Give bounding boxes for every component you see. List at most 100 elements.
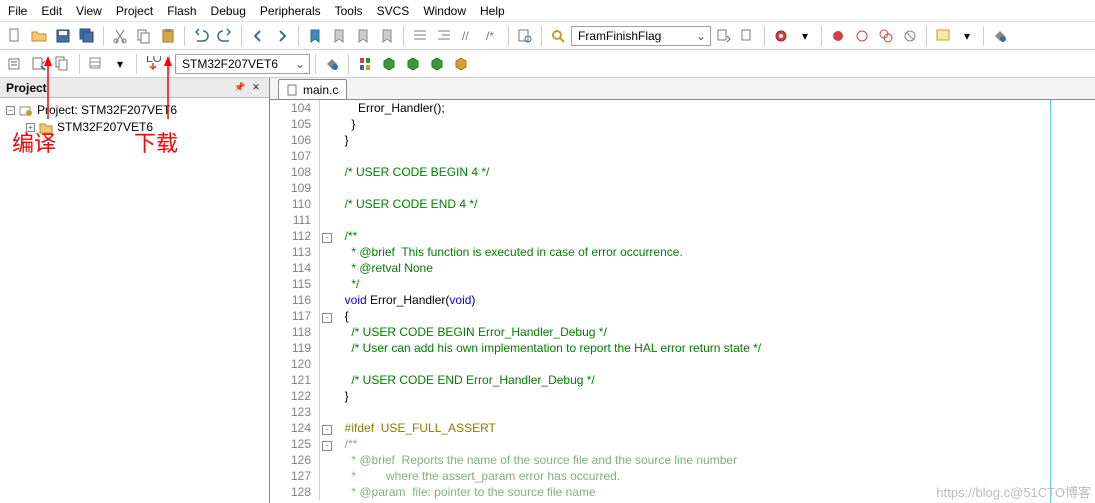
code-editor[interactable]: 104 Error_Handler();105 }106 }107108 /* … — [270, 100, 1095, 503]
code-line[interactable]: 104 Error_Handler(); — [270, 100, 1095, 116]
comment-icon[interactable]: // — [457, 25, 479, 47]
bp-disable-icon[interactable] — [851, 25, 873, 47]
code-line[interactable]: 114 * @retval None — [270, 260, 1095, 276]
uncomment-icon[interactable]: /* — [481, 25, 503, 47]
fold-gutter[interactable] — [320, 244, 334, 260]
menu-peripherals[interactable]: Peripherals — [260, 4, 321, 18]
copy-icon[interactable] — [133, 25, 155, 47]
stop-build-icon[interactable]: ▾ — [109, 53, 131, 75]
fold-gutter[interactable] — [320, 420, 334, 436]
fold-gutter[interactable] — [320, 148, 334, 164]
pack-green-icon[interactable] — [378, 53, 400, 75]
menu-view[interactable]: View — [76, 4, 102, 18]
code-line[interactable]: 116 void Error_Handler(void) — [270, 292, 1095, 308]
code-line[interactable]: 121 /* USER CODE END Error_Handler_Debug… — [270, 372, 1095, 388]
save-all-icon[interactable] — [76, 25, 98, 47]
code-line[interactable]: 113 * @brief This function is executed i… — [270, 244, 1095, 260]
code-line[interactable]: 118 /* USER CODE BEGIN Error_Handler_Deb… — [270, 324, 1095, 340]
bookmark-prev-icon[interactable] — [328, 25, 350, 47]
fold-gutter[interactable] — [320, 308, 334, 324]
fold-gutter[interactable] — [320, 340, 334, 356]
code-line[interactable]: 110 /* USER CODE END 4 */ — [270, 196, 1095, 212]
fold-gutter[interactable] — [320, 452, 334, 468]
code-line[interactable]: 108 /* USER CODE BEGIN 4 */ — [270, 164, 1095, 180]
pack-yellow-icon[interactable] — [450, 53, 472, 75]
fold-gutter[interactable] — [320, 260, 334, 276]
fold-gutter[interactable] — [320, 468, 334, 484]
tree-root[interactable]: − Project: STM32F207VET6 — [6, 102, 263, 119]
rebuild-icon[interactable] — [52, 53, 74, 75]
pack-green2-icon[interactable] — [402, 53, 424, 75]
fold-gutter[interactable] — [320, 356, 334, 372]
fold-gutter[interactable] — [320, 228, 334, 244]
fold-gutter[interactable] — [320, 132, 334, 148]
indent-icon[interactable] — [409, 25, 431, 47]
fold-gutter[interactable] — [320, 212, 334, 228]
save-icon[interactable] — [52, 25, 74, 47]
nav-fwd-icon[interactable] — [271, 25, 293, 47]
bp-kill-all-icon[interactable] — [899, 25, 921, 47]
open-icon[interactable] — [28, 25, 50, 47]
build-icon[interactable] — [28, 53, 50, 75]
project-tree[interactable]: − Project: STM32F207VET6 + STM32F207VET6 — [0, 98, 269, 140]
menu-project[interactable]: Project — [116, 4, 153, 18]
nav-back-icon[interactable] — [247, 25, 269, 47]
debug-icon[interactable] — [770, 25, 792, 47]
code-line[interactable]: 122 } — [270, 388, 1095, 404]
fold-gutter[interactable] — [320, 388, 334, 404]
manage-icon[interactable] — [354, 53, 376, 75]
bp-insert-icon[interactable] — [827, 25, 849, 47]
find-next-icon[interactable] — [713, 25, 735, 47]
code-line[interactable]: 119 /* User can add his own implementati… — [270, 340, 1095, 356]
new-file-icon[interactable] — [4, 25, 26, 47]
fold-gutter[interactable] — [320, 276, 334, 292]
code-line[interactable]: 117 { — [270, 308, 1095, 324]
code-line[interactable]: 107 — [270, 148, 1095, 164]
collapse-icon[interactable]: − — [6, 106, 15, 115]
expand-icon[interactable]: + — [26, 123, 35, 132]
paste-icon[interactable] — [157, 25, 179, 47]
target-combo[interactable]: STM32F207VET6⌄ — [175, 54, 310, 74]
fold-gutter[interactable] — [320, 196, 334, 212]
window-icon[interactable] — [932, 25, 954, 47]
bp-disable-all-icon[interactable] — [875, 25, 897, 47]
config-icon[interactable] — [989, 25, 1011, 47]
bookmark-icon[interactable] — [304, 25, 326, 47]
cut-icon[interactable] — [109, 25, 131, 47]
code-line[interactable]: 124 #ifdef USE_FULL_ASSERT — [270, 420, 1095, 436]
close-icon[interactable]: ✕ — [249, 81, 263, 95]
pack-green3-icon[interactable] — [426, 53, 448, 75]
menu-help[interactable]: Help — [480, 4, 505, 18]
code-line[interactable]: 115 */ — [270, 276, 1095, 292]
options-icon[interactable] — [321, 53, 343, 75]
fold-gutter[interactable] — [320, 404, 334, 420]
menu-tools[interactable]: Tools — [335, 4, 363, 18]
menu-svcs[interactable]: SVCS — [377, 4, 410, 18]
fold-gutter[interactable] — [320, 100, 334, 116]
menu-file[interactable]: File — [8, 4, 27, 18]
pin-icon[interactable]: 📌 — [233, 81, 247, 95]
find-icon[interactable] — [547, 25, 569, 47]
code-line[interactable]: 125 /** — [270, 436, 1095, 452]
download-load-icon[interactable]: LOAD — [142, 53, 164, 75]
bookmark-clear-icon[interactable] — [376, 25, 398, 47]
undo-icon[interactable] — [190, 25, 212, 47]
menu-debug[interactable]: Debug — [211, 4, 246, 18]
fold-gutter[interactable] — [320, 372, 334, 388]
menu-edit[interactable]: Edit — [41, 4, 62, 18]
menu-flash[interactable]: Flash — [167, 4, 196, 18]
fold-gutter[interactable] — [320, 292, 334, 308]
code-line[interactable]: 112 /** — [270, 228, 1095, 244]
code-line[interactable]: 105 } — [270, 116, 1095, 132]
batch-build-icon[interactable] — [85, 53, 107, 75]
debug-dropdown-icon[interactable]: ▾ — [794, 25, 816, 47]
find-prev-icon[interactable] — [737, 25, 759, 47]
fold-gutter[interactable] — [320, 180, 334, 196]
editor-tab[interactable]: main.c — [278, 79, 347, 99]
translate-icon[interactable] — [4, 53, 26, 75]
code-line[interactable]: 109 — [270, 180, 1095, 196]
outdent-icon[interactable] — [433, 25, 455, 47]
search-combo[interactable]: FramFinishFlag⌄ — [571, 26, 711, 46]
find-files-icon[interactable] — [514, 25, 536, 47]
window-dropdown-icon[interactable]: ▾ — [956, 25, 978, 47]
